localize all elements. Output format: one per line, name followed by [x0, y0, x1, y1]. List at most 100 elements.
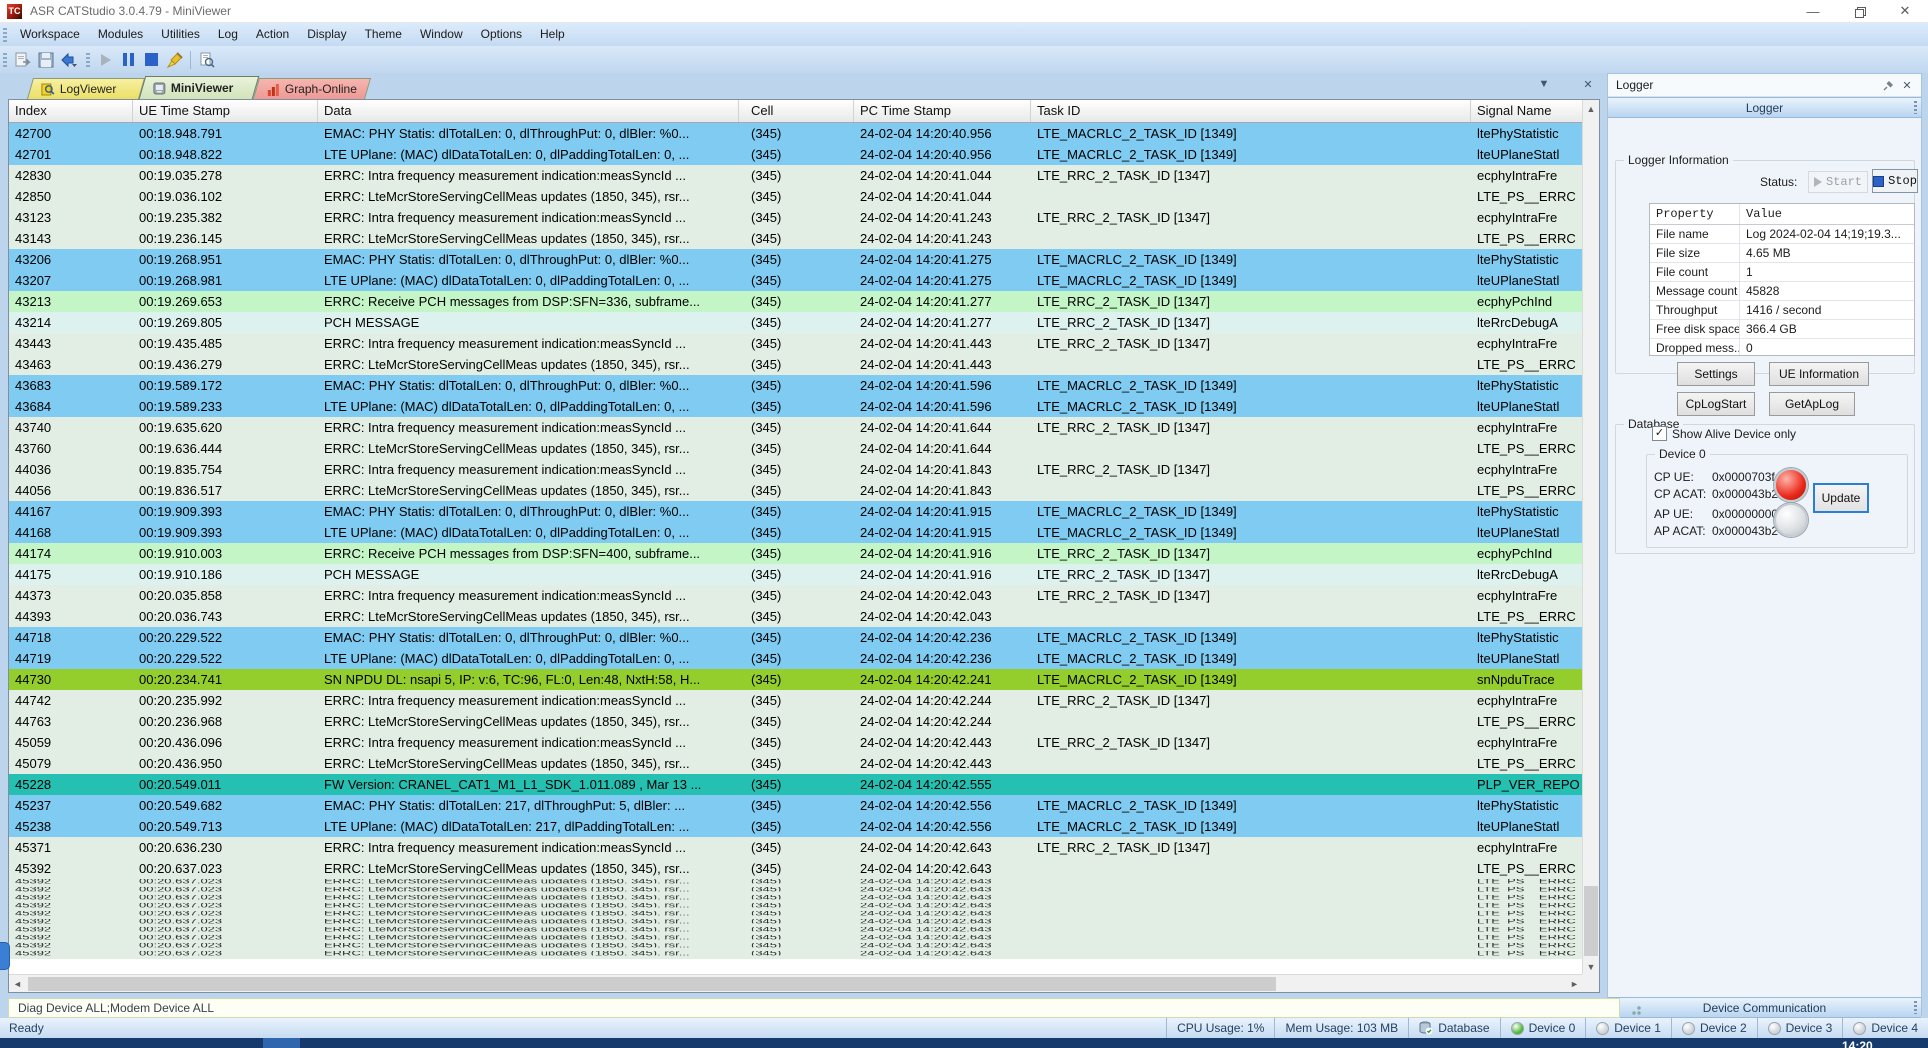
table-row[interactable]: 4505900:20.436.096ERRC: Intra frequency … [9, 732, 1599, 753]
tab-list-dropdown-icon[interactable]: ▼ [1536, 78, 1552, 90]
clear-icon[interactable] [163, 49, 186, 71]
status-device-4[interactable]: Device 4 [1842, 1018, 1928, 1038]
show-alive-device-checkbox[interactable]: ✓ [1652, 426, 1667, 441]
column-header-pc-time-stamp[interactable]: PC Time Stamp [854, 100, 1031, 122]
column-header-task-id[interactable]: Task ID [1031, 100, 1471, 122]
table-row[interactable]: 4437300:20.035.858ERRC: Intra frequency … [9, 585, 1599, 606]
table-row[interactable]: 4473000:20.234.741SN NPDU DL: nsapi 5, I… [9, 669, 1599, 690]
save-icon[interactable] [34, 49, 57, 71]
menu-item-modules[interactable]: Modules [89, 23, 152, 46]
table-row[interactable]: 4539200:20.637.023ERRC: LteMcrStoreServi… [9, 943, 1599, 951]
logger-caption-bar[interactable]: Logger [1608, 97, 1921, 118]
table-row[interactable]: 4285000:19.036.102ERRC: LteMcrStoreServi… [9, 186, 1599, 207]
vertical-scroll-thumb[interactable] [1584, 886, 1598, 956]
menu-item-options[interactable]: Options [472, 23, 531, 46]
table-row[interactable]: 4312300:19.235.382ERRC: Intra frequency … [9, 207, 1599, 228]
menu-item-action[interactable]: Action [247, 23, 298, 46]
column-header-ue-time-stamp[interactable]: UE Time Stamp [133, 100, 318, 122]
menu-item-theme[interactable]: Theme [356, 23, 411, 46]
table-row[interactable]: 4417500:19.910.186PCH MESSAGE(345)24-02-… [9, 564, 1599, 585]
table-row[interactable]: 4471800:20.229.522EMAC: PHY Statis: dlTo… [9, 627, 1599, 648]
pause-icon[interactable] [117, 49, 140, 71]
table-row[interactable]: 4522800:20.549.011FW Version: CRANEL_CAT… [9, 774, 1599, 795]
table-row[interactable]: 4314300:19.236.145ERRC: LteMcrStoreServi… [9, 228, 1599, 249]
table-row[interactable]: 4417400:19.910.003ERRC: Receive PCH mess… [9, 543, 1599, 564]
tab-graph-online[interactable]: Graph-Online [253, 78, 371, 99]
column-header-cell[interactable]: Cell [739, 100, 854, 122]
table-row[interactable]: 4321400:19.269.805PCH MESSAGE(345)24-02-… [9, 312, 1599, 333]
table-row[interactable]: 4368300:19.589.172EMAC: PHY Statis: dlTo… [9, 375, 1599, 396]
table-row[interactable]: 4439300:20.036.743ERRC: LteMcrStoreServi… [9, 606, 1599, 627]
table-row[interactable]: 4523700:20.549.682EMAC: PHY Statis: dlTo… [9, 795, 1599, 816]
menu-item-window[interactable]: Window [411, 23, 472, 46]
close-button[interactable]: ✕ [1882, 0, 1928, 22]
table-row[interactable]: 4346300:19.436.279ERRC: LteMcrStoreServi… [9, 354, 1599, 375]
table-row[interactable]: 4539200:20.637.023ERRC: LteMcrStoreServi… [9, 935, 1599, 943]
navigate-icon[interactable] [57, 49, 80, 71]
open-log-icon[interactable] [11, 49, 34, 71]
column-header-index[interactable]: Index [9, 100, 133, 122]
column-header-data[interactable]: Data [318, 100, 739, 122]
menu-item-display[interactable]: Display [298, 23, 355, 46]
table-row[interactable]: 4270000:18.948.791EMAC: PHY Statis: dlTo… [9, 123, 1599, 144]
tab-logviewer[interactable]: LogViewer [27, 78, 145, 99]
table-row[interactable]: 4321300:19.269.653ERRC: Receive PCH mess… [9, 291, 1599, 312]
menu-item-workspace[interactable]: Workspace [11, 23, 89, 46]
minimize-button[interactable]: — [1790, 0, 1836, 22]
status-device-1[interactable]: Device 1 [1585, 1018, 1671, 1038]
table-row[interactable]: 4403600:19.835.754ERRC: Intra frequency … [9, 459, 1599, 480]
horizontal-scrollbar[interactable]: ◄ ► [9, 974, 1583, 992]
tab-close-icon[interactable]: ✕ [1580, 78, 1596, 91]
update-button[interactable]: Update [1813, 483, 1869, 513]
table-row[interactable]: 4376000:19.636.444ERRC: LteMcrStoreServi… [9, 438, 1599, 459]
ue-information-button[interactable]: UE Information [1769, 362, 1869, 386]
table-row[interactable]: 4539200:20.637.023ERRC: LteMcrStoreServi… [9, 911, 1599, 919]
status-device-0[interactable]: Device 0 [1500, 1018, 1586, 1038]
table-row[interactable]: 4374000:19.635.620ERRC: Intra frequency … [9, 417, 1599, 438]
table-row[interactable]: 4523800:20.549.713LTE UPlane: (MAC) dlDa… [9, 816, 1599, 837]
resize-grip[interactable] [1628, 1004, 1642, 1016]
table-row[interactable]: 4405600:19.836.517ERRC: LteMcrStoreServi… [9, 480, 1599, 501]
play-icon[interactable] [94, 49, 117, 71]
table-row[interactable]: 4539200:20.637.023ERRC: LteMcrStoreServi… [9, 887, 1599, 895]
table-row[interactable]: 4539200:20.637.023ERRC: LteMcrStoreServi… [9, 927, 1599, 935]
stop-button[interactable]: Stop [1872, 169, 1918, 193]
table-row[interactable]: 4270100:18.948.822LTE UPlane: (MAC) dlDa… [9, 144, 1599, 165]
scroll-right-icon[interactable]: ► [1566, 975, 1583, 992]
pin-icon[interactable] [1883, 80, 1899, 91]
scroll-up-icon[interactable]: ▲ [1583, 100, 1599, 117]
toolbar-grip[interactable] [3, 28, 7, 42]
toolbar-grip[interactable] [3, 53, 7, 67]
table-row[interactable]: 4539200:20.637.023ERRC: LteMcrStoreServi… [9, 879, 1599, 887]
table-row[interactable]: 4416800:19.909.393LTE UPlane: (MAC) dlDa… [9, 522, 1599, 543]
cplogstart-button[interactable]: CpLogStart [1677, 392, 1755, 416]
database-status[interactable]: Database [1408, 1018, 1499, 1038]
menu-item-utilities[interactable]: Utilities [152, 23, 209, 46]
menu-item-help[interactable]: Help [531, 23, 574, 46]
table-row[interactable]: 4539200:20.637.023ERRC: LteMcrStoreServi… [9, 895, 1599, 903]
table-row[interactable]: 4539200:20.637.023ERRC: LteMcrStoreServi… [9, 903, 1599, 911]
table-row[interactable]: 4474200:20.235.992ERRC: Intra frequency … [9, 690, 1599, 711]
status-device-2[interactable]: Device 2 [1671, 1018, 1757, 1038]
table-row[interactable]: 4539200:20.637.023ERRC: LteMcrStoreServi… [9, 858, 1599, 879]
device-communication-bar[interactable]: Device Communication [1608, 997, 1921, 1018]
table-row[interactable]: 4539200:20.637.023ERRC: LteMcrStoreServi… [9, 919, 1599, 927]
status-device-3[interactable]: Device 3 [1757, 1018, 1843, 1038]
tab-miniviewer[interactable]: MiniViewer [139, 76, 260, 99]
table-row[interactable]: 4320600:19.268.951EMAC: PHY Statis: dlTo… [9, 249, 1599, 270]
table-row[interactable]: 4537100:20.636.230ERRC: Intra frequency … [9, 837, 1599, 858]
toolbar-grip[interactable] [86, 53, 90, 67]
scroll-left-icon[interactable]: ◄ [9, 975, 26, 992]
panel-close-icon[interactable]: ✕ [1899, 79, 1915, 92]
menu-item-log[interactable]: Log [209, 23, 247, 46]
horizontal-scroll-thumb[interactable] [28, 977, 1276, 991]
table-row[interactable]: 4368400:19.589.233LTE UPlane: (MAC) dlDa… [9, 396, 1599, 417]
table-row[interactable]: 4320700:19.268.981LTE UPlane: (MAC) dlDa… [9, 270, 1599, 291]
log-search-icon[interactable] [195, 49, 218, 71]
table-row[interactable]: 4476300:20.236.968ERRC: LteMcrStoreServi… [9, 711, 1599, 732]
scroll-down-icon[interactable]: ▼ [1583, 958, 1599, 975]
stop-icon[interactable] [140, 49, 163, 71]
table-row[interactable]: 4283000:19.035.278ERRC: Intra frequency … [9, 165, 1599, 186]
column-header-signal-name[interactable]: Signal Name [1471, 100, 1599, 122]
getaplog-button[interactable]: GetApLog [1769, 392, 1855, 416]
